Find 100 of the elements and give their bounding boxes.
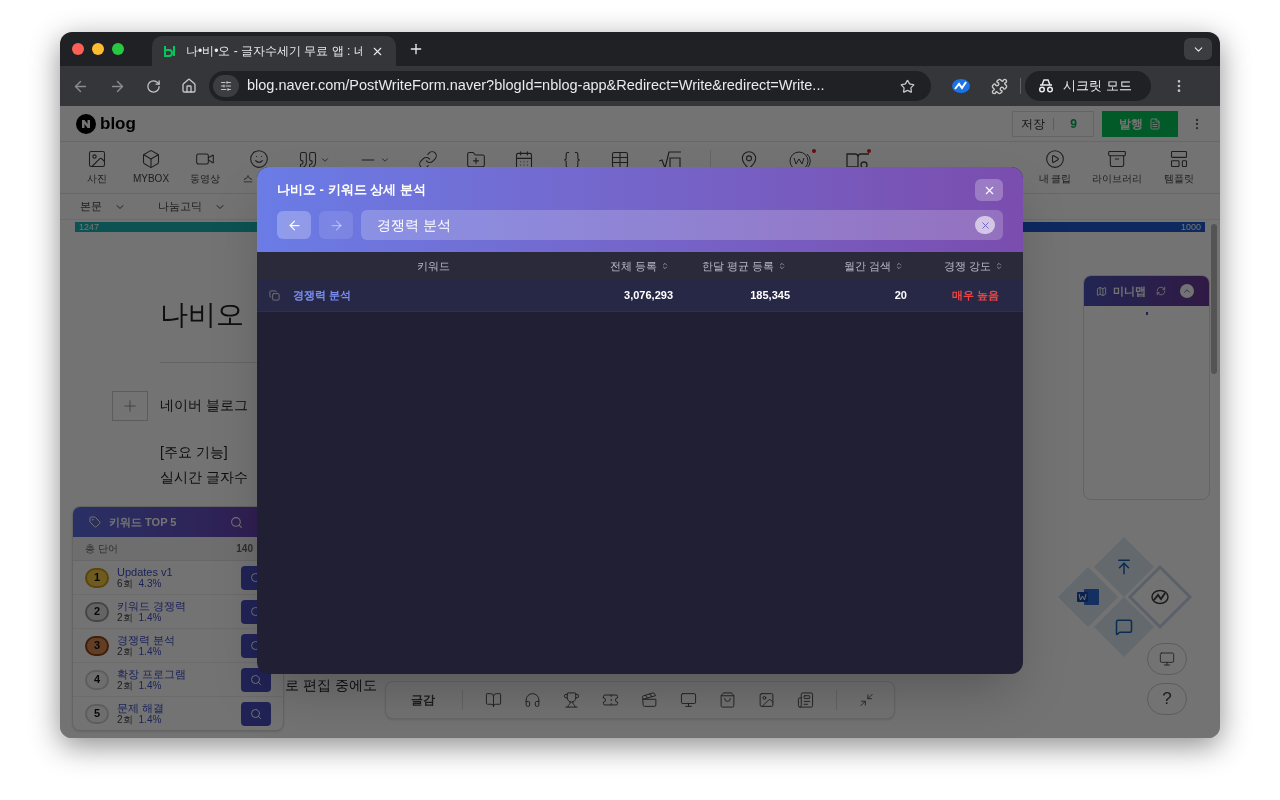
- clear-icon[interactable]: [979, 219, 991, 231]
- toolbar-item[interactable]: 사진: [70, 149, 124, 186]
- map-icon: [1096, 285, 1107, 297]
- search-icon[interactable]: [250, 707, 262, 720]
- monitor-icon[interactable]: [1159, 651, 1175, 667]
- incognito-icon: [1037, 79, 1055, 93]
- sort-icon[interactable]: [995, 262, 1003, 270]
- format-dropdown[interactable]: 본문: [80, 198, 126, 215]
- wave-extension-icon[interactable]: [951, 78, 971, 94]
- keyword-share: 1.4%: [138, 713, 162, 726]
- blog-logo: blog: [100, 112, 136, 135]
- refresh-icon[interactable]: [1156, 286, 1166, 296]
- save-button[interactable]: 저장 9: [1012, 110, 1094, 137]
- help-button[interactable]: ?: [1147, 683, 1187, 715]
- home-icon[interactable]: [181, 78, 197, 94]
- play-circle-icon[interactable]: [1045, 149, 1065, 169]
- format-dropdown[interactable]: 나눔고딕: [158, 198, 226, 215]
- sort-icon[interactable]: [895, 262, 903, 270]
- headphones-icon[interactable]: [523, 691, 541, 709]
- shopping-bag-icon[interactable]: [718, 691, 736, 709]
- toolbar-item[interactable]: MYBOX: [124, 149, 178, 186]
- copy-icon[interactable]: [269, 290, 280, 301]
- body-text: 네이버 블로그: [160, 396, 248, 415]
- close-button[interactable]: [975, 179, 1003, 201]
- column-header[interactable]: 한달 평균 등록: [701, 257, 774, 275]
- newspaper-icon[interactable]: [796, 691, 814, 709]
- monitor-icon[interactable]: [679, 691, 697, 709]
- search-button[interactable]: [241, 667, 271, 692]
- keyword-text: 경쟁력 분석: [117, 633, 177, 646]
- incognito-button[interactable]: 시크릿 모드: [1025, 71, 1151, 101]
- image-icon[interactable]: [87, 149, 107, 169]
- template-icon[interactable]: [1169, 149, 1189, 169]
- toolbar-item[interactable]: 동영상: [178, 149, 232, 186]
- panel-title: 키워드 TOP 5: [109, 514, 177, 530]
- keyword-count: 2회: [117, 713, 133, 726]
- keyword-row[interactable]: 5 문제 해결 2회 1.4%: [73, 697, 283, 730]
- calendar-icon[interactable]: [514, 149, 534, 170]
- scrollbar[interactable]: [1211, 224, 1217, 374]
- keyword-count: 6회: [117, 577, 133, 590]
- address-field[interactable]: blog.naver.com/PostWriteForm.naver?blogId=nblog-app&Redirect=Write&redirect=Write...: [209, 71, 931, 101]
- material-button[interactable]: 글감: [406, 691, 440, 709]
- table-icon[interactable]: [610, 149, 630, 170]
- minimize-icon[interactable]: [858, 692, 874, 708]
- keyword-link[interactable]: 경쟁력 분석: [293, 287, 352, 304]
- reload-icon[interactable]: [146, 78, 161, 94]
- bookmark-icon[interactable]: [900, 78, 915, 94]
- site-settings-button[interactable]: [213, 75, 239, 97]
- smiley-icon[interactable]: [249, 149, 269, 169]
- chat-bubble-icon[interactable]: [1115, 618, 1133, 636]
- table-cell-text: 20: [893, 288, 907, 304]
- arrow-to-top-icon[interactable]: [1115, 558, 1133, 576]
- minimize-window-icon[interactable]: [92, 43, 104, 55]
- maximize-window-icon[interactable]: [112, 43, 124, 55]
- sort-icon[interactable]: [661, 262, 669, 270]
- column-header[interactable]: 키워드: [416, 257, 450, 275]
- wave-logo-icon[interactable]: [1150, 589, 1170, 605]
- body-text: 로 편집 중에도: [285, 676, 377, 695]
- map-pin-icon[interactable]: [739, 149, 759, 170]
- back-button[interactable]: [277, 211, 311, 239]
- tab-search-button[interactable]: [1184, 38, 1212, 60]
- new-tab-icon[interactable]: [408, 41, 424, 57]
- cube-icon[interactable]: [141, 149, 161, 169]
- column-header[interactable]: 월간 검색: [843, 257, 891, 275]
- link-icon[interactable]: [418, 149, 438, 170]
- close-window-icon[interactable]: [72, 43, 84, 55]
- column-header[interactable]: 전체 등록: [609, 257, 657, 275]
- column-header[interactable]: 경쟁 강도: [943, 257, 991, 275]
- table-cell-text: 3,076,293: [623, 288, 673, 304]
- table-row[interactable]: 경쟁력 분석 3,076,293 185,345 20 매우 높음: [257, 280, 1023, 312]
- clapperboard-icon[interactable]: [640, 691, 658, 709]
- sliders-icon[interactable]: [220, 80, 232, 92]
- document-icon[interactable]: [1149, 117, 1161, 130]
- search-icon[interactable]: [230, 515, 243, 529]
- trophy-icon[interactable]: [562, 691, 580, 709]
- toolbar-item[interactable]: 라이브러리: [1086, 149, 1148, 186]
- monitor-button[interactable]: [1147, 643, 1187, 675]
- ticket-icon[interactable]: [601, 691, 619, 709]
- folder-add-icon[interactable]: [466, 149, 486, 170]
- quote-icon[interactable]: [298, 149, 318, 170]
- toolbar-item[interactable]: 내 클립: [1024, 149, 1086, 186]
- minimap-marker: [1145, 312, 1148, 315]
- code-icon[interactable]: [562, 149, 582, 170]
- search-button[interactable]: [241, 701, 271, 726]
- body-text: [주요 기능]: [160, 443, 228, 462]
- rank-medal: 3: [85, 635, 109, 656]
- search-icon[interactable]: [250, 673, 262, 686]
- sort-icon[interactable]: [778, 262, 786, 270]
- book-icon[interactable]: [484, 691, 502, 709]
- keyword-count: 2회: [117, 645, 133, 658]
- word-document-icon[interactable]: [1077, 589, 1099, 605]
- archive-box-icon[interactable]: [1107, 149, 1127, 169]
- rank-medal: 1: [85, 567, 109, 588]
- keyword-search-field[interactable]: 경쟁력 분석: [361, 210, 1003, 240]
- image-icon[interactable]: [757, 691, 775, 709]
- clear-button[interactable]: [975, 216, 995, 234]
- keyword-share: 4.3%: [138, 577, 162, 590]
- extensions-icon[interactable]: [991, 77, 1008, 95]
- formula-icon[interactable]: [658, 150, 682, 169]
- toolbar-item[interactable]: 템플릿: [1148, 149, 1210, 186]
- rank-medal: 2: [85, 601, 109, 622]
